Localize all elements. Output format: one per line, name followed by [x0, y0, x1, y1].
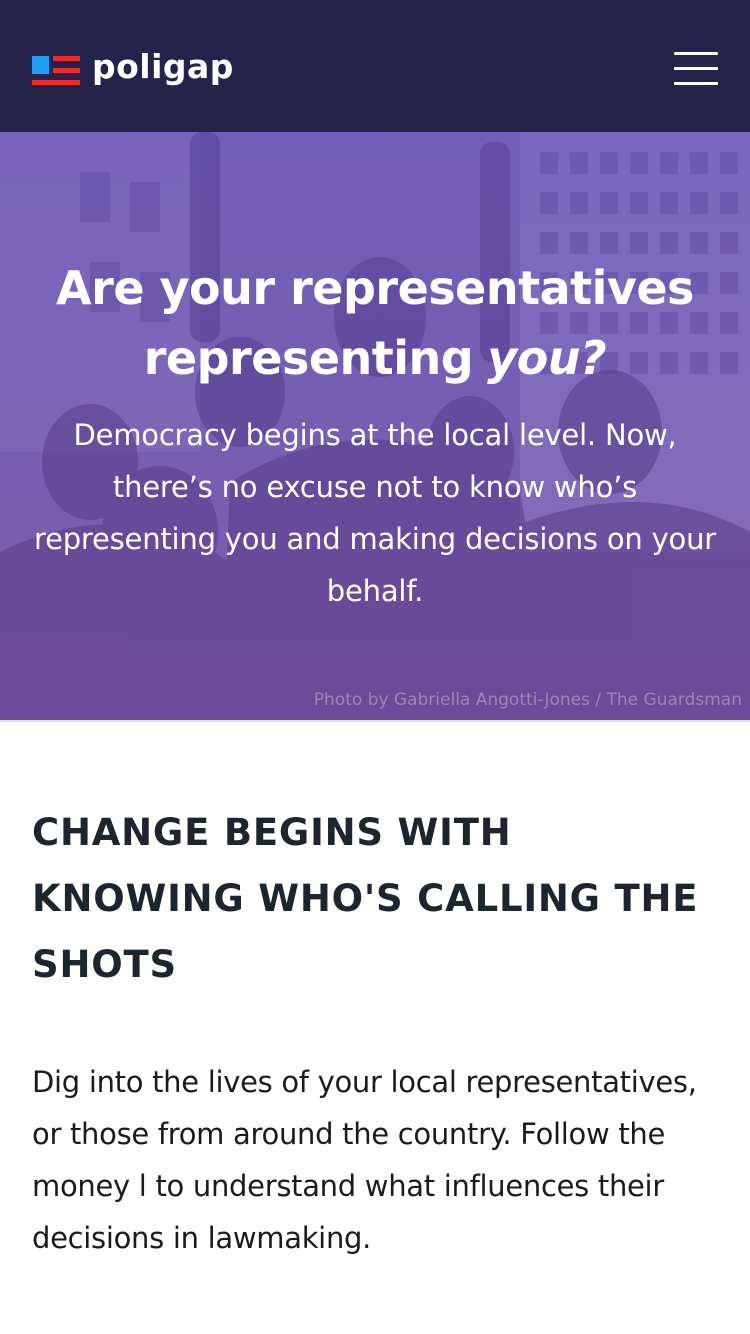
photo-credit: Photo by Gabriella Angotti-Jones / The G… [313, 690, 742, 710]
divider [0, 720, 750, 722]
top-navigation-bar: poligap [0, 0, 750, 132]
hamburger-menu-icon[interactable] [674, 52, 718, 85]
brand-name: poligap [92, 47, 234, 86]
intro-section: CHANGE BEGINS WITH KNOWING WHO'S CALLING… [32, 800, 722, 1264]
hero-title-line-2: representing [143, 330, 474, 385]
flag-logo-icon [32, 52, 80, 85]
section-body: Dig into the lives of your local represe… [32, 1065, 697, 1255]
hero-title: Are your representatives representing you… [0, 253, 750, 393]
section-heading: CHANGE BEGINS WITH KNOWING WHO'S CALLING… [32, 811, 699, 986]
hero-subtitle: Democracy begins at the local level. Now… [33, 418, 716, 608]
hero-title-line-1: Are your representatives [56, 260, 694, 315]
poligap-logo[interactable]: poligap [32, 47, 234, 86]
hero-title-emphasis: you? [487, 330, 607, 385]
hero-banner: Are your representatives representing you… [0, 132, 750, 720]
